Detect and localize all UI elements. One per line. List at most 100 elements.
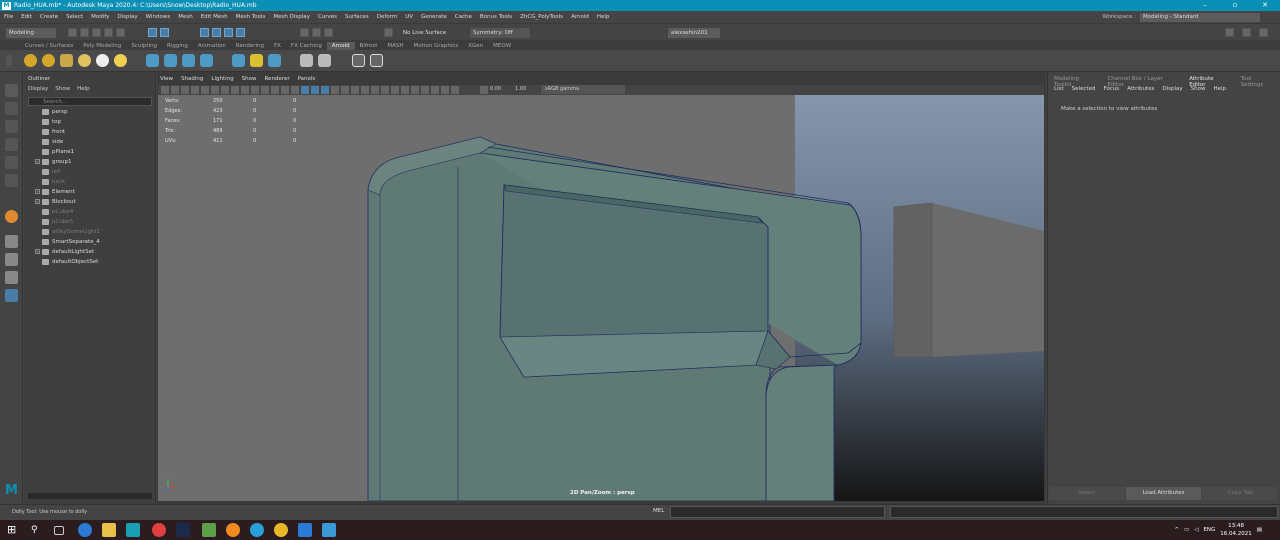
outliner-item[interactable]: aiSkyDomeLight1 bbox=[24, 227, 152, 237]
menu-uv[interactable]: UV bbox=[401, 14, 417, 20]
task-view-icon[interactable] bbox=[54, 526, 64, 535]
last-tool-icon[interactable] bbox=[5, 210, 18, 223]
maya-taskbar-icon[interactable] bbox=[126, 523, 140, 537]
outliner-item[interactable]: + group1 bbox=[24, 157, 152, 167]
menu-modify[interactable]: Modify bbox=[87, 14, 113, 20]
edge-browser-icon[interactable] bbox=[78, 523, 92, 537]
open-scene-icon[interactable] bbox=[80, 28, 89, 37]
viewport-toolbar-button-icon[interactable] bbox=[221, 86, 229, 94]
attr-menu-help[interactable]: Help bbox=[1213, 86, 1226, 92]
outliner-menu-show[interactable]: Show bbox=[55, 86, 70, 92]
menu-zhcg-polytools[interactable]: ZhCG_PolyTools bbox=[516, 14, 567, 20]
volume-icon[interactable] bbox=[164, 54, 177, 67]
viewport-toolbar-button-icon[interactable] bbox=[161, 86, 169, 94]
outliner-item[interactable]: top bbox=[24, 117, 152, 127]
viewport-toolbar-button-icon[interactable] bbox=[171, 86, 179, 94]
menu-arnold[interactable]: Arnold bbox=[567, 14, 593, 20]
outliner-item[interactable]: + defaultLightSet bbox=[24, 247, 152, 257]
shelf-tab-meow[interactable]: MEOW bbox=[488, 42, 516, 50]
viewport-toolbar-button-icon[interactable] bbox=[261, 86, 269, 94]
snap-curve-icon[interactable] bbox=[212, 28, 221, 37]
menu-bonus-tools[interactable]: Bonus Tools bbox=[476, 14, 516, 20]
shelf-tab-sculpting[interactable]: Sculpting bbox=[126, 42, 162, 50]
viewport-menu-shading[interactable]: Shading bbox=[181, 76, 203, 82]
menu-mesh-tools[interactable]: Mesh Tools bbox=[232, 14, 270, 20]
viewport-toolbar-button-icon[interactable] bbox=[361, 86, 369, 94]
render-view-icon[interactable] bbox=[232, 54, 245, 67]
menu-file[interactable]: File bbox=[0, 14, 17, 20]
menu-surfaces[interactable]: Surfaces bbox=[341, 14, 373, 20]
redo-icon[interactable] bbox=[116, 28, 125, 37]
viewport-toolbar-button-icon[interactable] bbox=[371, 86, 379, 94]
copy-tab-button[interactable]: Copy Tab bbox=[1202, 487, 1279, 500]
viewport-menu-show[interactable]: Show bbox=[242, 76, 257, 82]
play-icon[interactable] bbox=[370, 54, 383, 67]
viewport-menu-view[interactable]: View bbox=[160, 76, 173, 82]
utorrent-icon[interactable] bbox=[202, 523, 216, 537]
operators-icon[interactable] bbox=[318, 54, 331, 67]
scale-tool-icon[interactable] bbox=[5, 174, 18, 187]
app-icon-blue[interactable] bbox=[298, 523, 312, 537]
render-settings-icon[interactable] bbox=[324, 28, 333, 37]
shelf-tab-poly-modeling[interactable]: Poly Modeling bbox=[78, 42, 126, 50]
expand-toggle-icon[interactable]: + bbox=[35, 159, 40, 164]
outliner-item[interactable]: pCube4 bbox=[24, 207, 152, 217]
viewport-menu-lighting[interactable]: Lighting bbox=[211, 76, 233, 82]
viewport-toolbar-button-icon[interactable] bbox=[351, 86, 359, 94]
move-tool-icon[interactable] bbox=[5, 138, 18, 151]
viewport-toolbar-button-icon[interactable] bbox=[281, 86, 289, 94]
ipr-render-icon[interactable] bbox=[312, 28, 321, 37]
export-ass-icon[interactable] bbox=[268, 54, 281, 67]
physical-sky-icon[interactable] bbox=[96, 54, 109, 67]
workspace-dropdown[interactable]: Modeling - Standard bbox=[1140, 12, 1260, 22]
clock[interactable]: 13:48 16.04.2021 bbox=[1220, 522, 1252, 538]
windows-start-icon[interactable]: ⊞ bbox=[7, 523, 21, 537]
minimize-button[interactable]: – bbox=[1190, 0, 1220, 11]
attr-menu-selected[interactable]: Selected bbox=[1072, 86, 1096, 92]
attribute-editor-toggle-icon[interactable] bbox=[1259, 28, 1268, 37]
attr-menu-attributes[interactable]: Attributes bbox=[1127, 86, 1154, 92]
viewport-toolbar-button-icon[interactable] bbox=[271, 86, 279, 94]
expand-toggle-icon[interactable]: + bbox=[35, 189, 40, 194]
shelf-tab-rigging[interactable]: Rigging bbox=[162, 42, 193, 50]
select-tool-icon[interactable] bbox=[5, 84, 18, 97]
telegram-icon[interactable] bbox=[250, 523, 264, 537]
viewport-toolbar-button-icon[interactable] bbox=[391, 86, 399, 94]
outliner-item[interactable]: front bbox=[24, 127, 152, 137]
attr-menu-display[interactable]: Display bbox=[1162, 86, 1182, 92]
exposure-field[interactable]: 0.00 bbox=[490, 85, 512, 94]
shelf-tab-arnold[interactable]: Arnold bbox=[326, 42, 355, 50]
menu-generate[interactable]: Generate bbox=[417, 14, 451, 20]
search-icon[interactable]: ⚲ bbox=[31, 523, 45, 537]
menu-cache[interactable]: Cache bbox=[451, 14, 476, 20]
shelf-tab-rendering[interactable]: Rendering bbox=[231, 42, 269, 50]
viewport-toolbar-button-icon[interactable] bbox=[181, 86, 189, 94]
app-icon-light[interactable] bbox=[322, 523, 336, 537]
menu-select[interactable]: Select bbox=[62, 14, 87, 20]
paint-select-tool-icon[interactable] bbox=[5, 120, 18, 133]
tab-tool-settings[interactable]: Tool Settings bbox=[1236, 76, 1280, 88]
viewport-menu-renderer[interactable]: Renderer bbox=[264, 76, 289, 82]
media-player-icon[interactable] bbox=[226, 523, 240, 537]
outliner-item[interactable]: + Blockout bbox=[24, 197, 152, 207]
save-scene-icon[interactable] bbox=[92, 28, 101, 37]
viewport-toolbar-button-icon[interactable] bbox=[301, 86, 309, 94]
outliner-layout-icon[interactable] bbox=[5, 289, 18, 302]
language-indicator[interactable]: ENG bbox=[1203, 527, 1215, 533]
select-button[interactable]: Select bbox=[1049, 487, 1125, 500]
undo-icon[interactable] bbox=[104, 28, 113, 37]
shelf-tab-motion-graphics[interactable]: Motion Graphics bbox=[409, 42, 464, 50]
outliner-hscrollbar[interactable] bbox=[28, 493, 152, 499]
load-attributes-button[interactable]: Load Attributes bbox=[1125, 487, 1202, 500]
network-icon[interactable]: ▭ bbox=[1184, 527, 1189, 533]
viewport-toolbar-button-icon[interactable] bbox=[201, 86, 209, 94]
select-hierarchy-icon[interactable] bbox=[148, 28, 157, 37]
viewport-toolbar-button-icon[interactable] bbox=[311, 86, 319, 94]
photometric-light-icon[interactable] bbox=[60, 54, 73, 67]
outliner-item[interactable]: pCube5 bbox=[24, 217, 152, 227]
outliner-item[interactable]: SmartSeparate_4 bbox=[24, 237, 152, 247]
curve-collector-icon[interactable] bbox=[182, 54, 195, 67]
tray-chevron-icon[interactable]: ^ bbox=[1174, 527, 1179, 533]
attr-menu-list[interactable]: List bbox=[1054, 86, 1064, 92]
new-scene-icon[interactable] bbox=[68, 28, 77, 37]
